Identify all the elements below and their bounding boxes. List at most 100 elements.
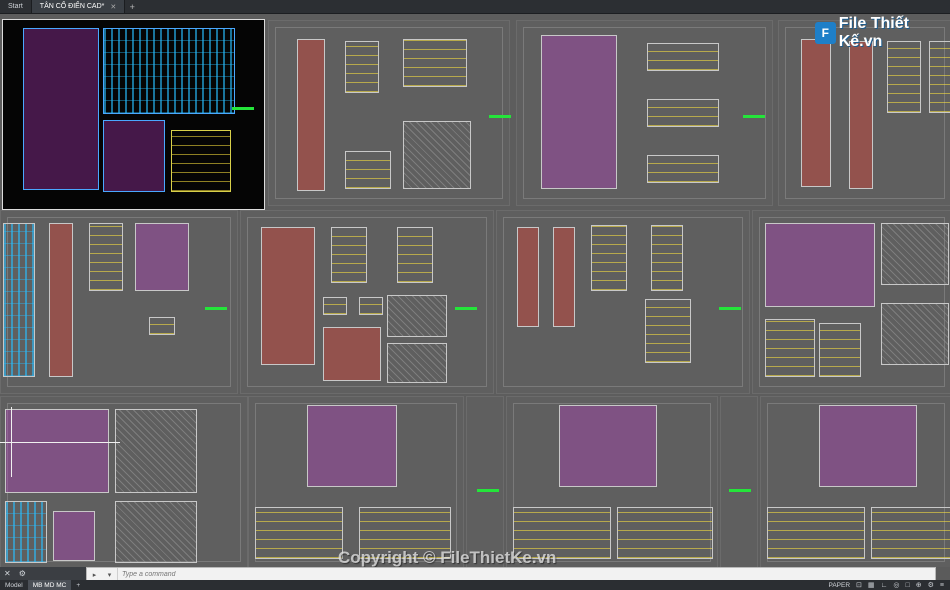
workspace-icon[interactable]: ⚙	[928, 581, 934, 589]
settings-icon[interactable]: ⚙	[19, 569, 26, 578]
detail-drawing	[591, 225, 627, 291]
viewport-marker	[205, 307, 227, 310]
layout-tab-model[interactable]: Model	[0, 580, 28, 590]
cursor-crosshair	[11, 407, 12, 477]
stair-section	[765, 223, 875, 307]
plus-icon[interactable]: +	[125, 0, 139, 13]
layout-tab-current[interactable]: MB MD MC	[27, 580, 72, 590]
bathroom-elevation	[819, 405, 917, 487]
ortho-icon[interactable]: ∟	[881, 582, 888, 589]
tab-start-label: Start	[8, 3, 23, 10]
column-detail	[849, 41, 873, 189]
column-detail	[49, 223, 73, 377]
layout-sheet	[720, 396, 758, 567]
command-line-controls: ✕ ⚙	[0, 567, 86, 580]
space-toggle[interactable]: PAPER	[828, 582, 850, 589]
document-tab-bar: Start TÂN CỔ ĐIỂN CAD* ✕ +	[0, 0, 950, 14]
viewport-marker	[232, 107, 254, 110]
viewport-marker	[719, 307, 741, 310]
section-drawing	[881, 303, 949, 365]
detail-drawing	[819, 323, 861, 377]
layout-sheet	[466, 396, 504, 567]
layout-sheet	[248, 396, 464, 567]
section-drawing	[387, 343, 447, 383]
command-input[interactable]	[118, 570, 824, 579]
detail-drawing	[331, 227, 367, 283]
polar-icon[interactable]: ◎	[893, 581, 899, 589]
column-detail	[553, 227, 575, 327]
viewport-marker	[477, 489, 499, 492]
detail-drawing	[359, 297, 383, 315]
section-drawing	[387, 295, 447, 337]
bathroom-plan	[871, 507, 950, 559]
layout-sheet	[240, 210, 494, 394]
section-drawing	[115, 501, 197, 563]
bathroom-plan	[617, 507, 713, 559]
layout-sheet	[496, 210, 750, 394]
bathroom-plan	[255, 507, 343, 559]
detail-drawing	[651, 225, 683, 291]
bathroom-elevation	[307, 405, 397, 487]
detail-drawing	[345, 151, 391, 189]
preview-detail	[171, 130, 231, 192]
detail-drawing	[403, 39, 467, 87]
tab-drawing[interactable]: TÂN CỔ ĐIỂN CAD* ✕	[31, 0, 126, 13]
stair-section	[5, 409, 109, 493]
zoom-icon[interactable]: ⊕	[916, 581, 922, 589]
detail-drawing	[929, 41, 950, 113]
preview-detail	[103, 120, 165, 192]
panel-elevation	[261, 227, 315, 365]
preview-elevation	[23, 28, 99, 190]
layout-tab-model-label: Model	[5, 581, 23, 589]
viewport-marker	[455, 307, 477, 310]
section-drawing	[403, 121, 471, 189]
layout-sheet	[752, 210, 950, 394]
status-bar: Model MB MD MC + PAPER ⊡ ▦ ∟ ◎ □ ⊕ ⚙ ≡	[0, 580, 950, 590]
detail-drawing	[5, 501, 47, 563]
site-logo: F File Thiết Kế.vn	[815, 15, 950, 51]
close-icon[interactable]: ✕	[110, 3, 116, 11]
elevation-drawing	[297, 39, 325, 191]
snap-icon[interactable]: ⊡	[856, 581, 862, 589]
cursor-crosshair	[0, 442, 120, 443]
tab-start[interactable]: Start	[0, 0, 32, 13]
grid-icon[interactable]: ▦	[868, 581, 875, 589]
viewport-marker	[743, 115, 765, 118]
detail-drawing	[323, 297, 347, 315]
plan-detail	[647, 155, 719, 183]
copyright-watermark: Copyright © FileThietKe.vn	[338, 548, 557, 567]
stair-detail	[115, 409, 197, 493]
chevron-down-icon: ▾	[107, 571, 112, 579]
tab-drawing-label: TÂN CỔ ĐIỂN CAD*	[39, 3, 105, 10]
layout-tab-current-label: MB MD MC	[32, 581, 67, 589]
detail-drawing	[135, 223, 189, 291]
layout-sheet	[760, 396, 950, 567]
detail-drawing	[89, 223, 123, 291]
note-block	[645, 299, 691, 363]
drawing-canvas[interactable]	[0, 14, 950, 567]
osnap-icon[interactable]: □	[906, 582, 910, 589]
bathroom-plan	[767, 507, 865, 559]
plus-icon[interactable]: +	[71, 580, 85, 590]
facade-elevation	[541, 35, 617, 189]
logo-text: File Thiết Kế.vn	[838, 15, 909, 50]
detail-drawing	[765, 319, 815, 377]
detail-drawing	[149, 317, 175, 335]
viewport-marker	[489, 115, 511, 118]
menu-icon[interactable]: ≡	[940, 582, 944, 589]
layout-sheet	[0, 210, 238, 394]
layout-sheet	[268, 20, 511, 206]
layout-sheet	[516, 20, 773, 206]
detail-drawing	[345, 41, 379, 93]
detail-drawing	[887, 41, 921, 113]
elevation-drawing	[3, 223, 35, 377]
preview-pediment	[103, 28, 235, 114]
column-detail	[517, 227, 539, 327]
logo-badge: F	[815, 22, 836, 44]
chevron-icon: ▸	[92, 571, 97, 579]
viewport-preview[interactable]	[2, 19, 265, 210]
bathroom-elevation	[559, 405, 657, 487]
detail-drawing	[53, 511, 95, 561]
plan-detail	[647, 99, 719, 127]
close-icon[interactable]: ✕	[4, 569, 11, 578]
